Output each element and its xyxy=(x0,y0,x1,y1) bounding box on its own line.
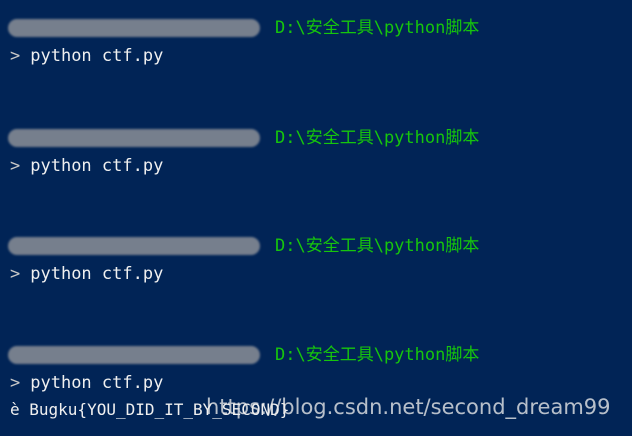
prompt-symbol: > xyxy=(10,373,21,393)
redacted-username xyxy=(8,346,260,364)
command-line: > python ctf.py xyxy=(10,263,163,285)
terminal-window[interactable]: D:\安全工具\python脚本 > python ctf.py D:\安全工具\… xyxy=(0,0,632,436)
prompt-symbol: > xyxy=(10,156,21,176)
command-text: python ctf.py xyxy=(30,264,164,284)
path-label: D:\安全工具\python脚本 xyxy=(275,345,480,365)
path-label: D:\安全工具\python脚本 xyxy=(275,128,480,148)
redacted-username xyxy=(8,237,260,255)
redacted-username xyxy=(8,19,260,37)
prompt-symbol: > xyxy=(10,264,21,284)
path-label: D:\安全工具\python脚本 xyxy=(275,236,480,256)
path-label: D:\安全工具\python脚本 xyxy=(275,18,480,38)
command-text: python ctf.py xyxy=(30,373,164,393)
watermark-text: https://blog.csdn.net/second_dream99 xyxy=(206,395,611,419)
command-line: > python ctf.py xyxy=(10,372,163,394)
redacted-username xyxy=(8,129,260,147)
command-line: > python ctf.py xyxy=(10,155,163,177)
command-text: python ctf.py xyxy=(30,46,164,66)
prompt-symbol: > xyxy=(10,46,21,66)
command-text: python ctf.py xyxy=(30,156,164,176)
command-line: > python ctf.py xyxy=(10,45,163,67)
